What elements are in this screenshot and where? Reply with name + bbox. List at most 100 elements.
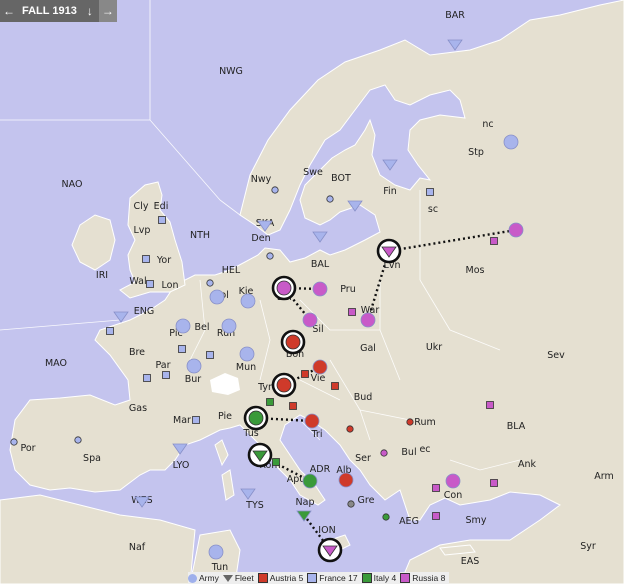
region-label-den[interactable]: Den <box>251 233 270 244</box>
region-label-smy[interactable]: Smy <box>466 515 487 526</box>
region-label-gas[interactable]: Gas <box>129 403 147 414</box>
region-label-stp[interactable]: Stp <box>468 147 484 158</box>
army-unit[interactable] <box>208 544 224 560</box>
region-label-gre[interactable]: Gre <box>358 495 375 506</box>
region-label-tyr[interactable]: Tyr <box>257 382 272 393</box>
region-label-tys[interactable]: TYS <box>245 500 264 511</box>
region-label-yor[interactable]: Yor <box>156 255 171 266</box>
region-label-rum[interactable]: Rum <box>414 417 435 428</box>
region-label-gal[interactable]: Gal <box>360 343 376 354</box>
region-label-nao[interactable]: NAO <box>62 179 83 190</box>
region-label-bal[interactable]: BAL <box>311 259 330 270</box>
region-label-mun[interactable]: Mun <box>236 362 256 373</box>
supply-center <box>490 237 498 245</box>
army-unit[interactable] <box>304 413 320 429</box>
region-label-cly[interactable]: Cly <box>134 201 149 212</box>
game-map[interactable]: NWGBARNAOClyEdiLvpYorWalLonIRIENGNTHHELH… <box>0 0 624 584</box>
region-label-bel[interactable]: Bel <box>194 322 209 333</box>
army-unit[interactable] <box>312 281 328 297</box>
supply-center <box>206 279 214 287</box>
army-unit[interactable] <box>243 405 269 431</box>
army-unit[interactable] <box>312 359 328 375</box>
region-label-spa[interactable]: Spa <box>83 453 101 464</box>
region-label-sev[interactable]: Sev <box>547 350 565 361</box>
region-label-pie[interactable]: Pie <box>218 411 232 422</box>
army-unit[interactable] <box>508 222 524 238</box>
region-label-nc[interactable]: nc <box>482 119 493 130</box>
arrow-left-icon[interactable]: ← <box>0 4 18 18</box>
region-label-nth[interactable]: NTH <box>190 230 210 241</box>
region-label-bul[interactable]: Bul <box>401 447 416 458</box>
region-label-bur[interactable]: Bur <box>185 374 202 385</box>
supply-center <box>301 370 309 378</box>
supply-center <box>347 500 355 508</box>
region-label-eng[interactable]: ENG <box>134 306 154 317</box>
region-label-vie[interactable]: Vie <box>311 373 326 384</box>
region-label-mos[interactable]: Mos <box>466 265 485 276</box>
chevron-down-icon[interactable]: ↓ <box>81 4 99 18</box>
region-label-edi[interactable]: Edi <box>154 201 169 212</box>
region-label-nap[interactable]: Nap <box>296 497 315 508</box>
phase-selector: ← FALL 1913 ↓ → <box>0 0 117 22</box>
army-unit[interactable] <box>209 289 225 305</box>
region-label-ec[interactable]: ec <box>419 444 430 455</box>
army-unit[interactable] <box>271 372 297 398</box>
army-unit[interactable] <box>445 473 461 489</box>
supply-center <box>490 479 498 487</box>
region-label-con[interactable]: Con <box>444 490 462 501</box>
supply-center <box>192 416 200 424</box>
army-unit[interactable] <box>271 275 297 301</box>
army-unit[interactable] <box>175 318 191 334</box>
region-label-ser[interactable]: Ser <box>355 453 371 464</box>
region-label-eas[interactable]: EAS <box>461 556 480 567</box>
region-label-nwg[interactable]: NWG <box>219 66 243 77</box>
region-label-ank[interactable]: Ank <box>518 459 537 470</box>
fleet-unit[interactable] <box>376 238 402 264</box>
region-label-naf[interactable]: Naf <box>129 542 146 553</box>
fleet-icon <box>222 574 233 582</box>
supply-center <box>331 382 339 390</box>
army-unit[interactable] <box>302 312 318 328</box>
army-unit[interactable] <box>240 293 256 309</box>
region-label-wal[interactable]: Wal <box>129 276 146 287</box>
region-label-apu[interactable]: Apu <box>287 474 306 485</box>
region-label-bud[interactable]: Bud <box>354 392 373 403</box>
region-label-hel[interactable]: HEL <box>222 265 241 276</box>
region-label-arm[interactable]: Arm <box>594 471 614 482</box>
region-label-por[interactable]: Por <box>20 443 35 454</box>
region-label-lvp[interactable]: Lvp <box>134 225 151 236</box>
army-unit[interactable] <box>338 472 354 488</box>
army-unit[interactable] <box>302 473 318 489</box>
region-label-nwy[interactable]: Nwy <box>251 174 272 185</box>
region-label-swe[interactable]: Swe <box>303 167 323 178</box>
fleet-unit[interactable] <box>247 442 273 468</box>
region-label-syr[interactable]: Syr <box>580 541 596 552</box>
supply-center <box>426 188 434 196</box>
region-label-bla[interactable]: BLA <box>507 421 526 432</box>
region-label-mao[interactable]: MAO <box>45 358 67 369</box>
region-label-aeg[interactable]: AEG <box>399 516 419 527</box>
region-label-mar[interactable]: Mar <box>173 415 191 426</box>
army-unit[interactable] <box>239 346 255 362</box>
region-label-pru[interactable]: Pru <box>340 284 356 295</box>
army-unit[interactable] <box>280 329 306 355</box>
region-label-bot[interactable]: BOT <box>331 173 351 184</box>
region-label-lon[interactable]: Lon <box>162 280 179 291</box>
region-label-bre[interactable]: Bre <box>129 347 145 358</box>
army-unit[interactable] <box>221 318 237 334</box>
fleet-unit[interactable] <box>317 537 343 563</box>
region-label-bar[interactable]: BAR <box>445 10 465 21</box>
region-label-iri[interactable]: IRI <box>96 270 108 281</box>
region-label-lyo[interactable]: LYO <box>173 460 190 471</box>
region-label-par[interactable]: Par <box>155 360 170 371</box>
region-label-sc[interactable]: sc <box>428 204 438 215</box>
region-label-tri[interactable]: Tri <box>311 429 323 440</box>
army-unit[interactable] <box>360 312 376 328</box>
army-unit[interactable] <box>503 134 519 150</box>
region-label-adr[interactable]: ADR <box>310 464 331 475</box>
arrow-right-icon[interactable]: → <box>98 0 117 22</box>
army-unit[interactable] <box>186 358 202 374</box>
region-label-fin[interactable]: Fin <box>383 186 396 197</box>
region-label-ion[interactable]: ION <box>318 525 335 536</box>
region-label-ukr[interactable]: Ukr <box>426 342 442 353</box>
